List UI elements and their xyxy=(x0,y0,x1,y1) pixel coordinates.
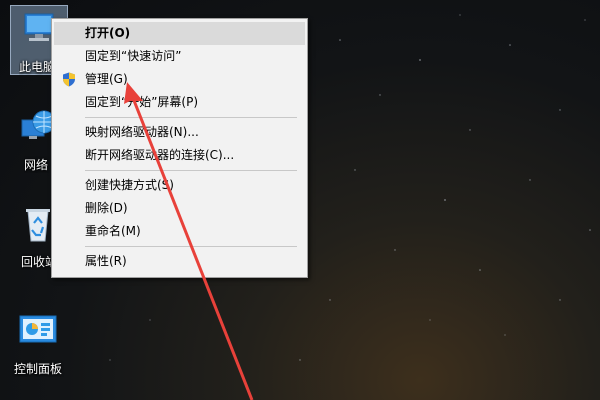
desktop-icon-label: 网络 xyxy=(24,158,49,172)
desktop-icon-label: 控制面板 xyxy=(13,362,62,376)
menu-item-open[interactable]: 打开(O) xyxy=(54,22,305,45)
menu-separator xyxy=(85,117,297,118)
uac-shield-icon xyxy=(63,72,75,87)
desktop-icon-label: 回收站 xyxy=(21,255,55,269)
menu-separator xyxy=(85,170,297,171)
menu-item-delete[interactable]: 删除(D) xyxy=(52,197,307,220)
menu-item-rename[interactable]: 重命名(M) xyxy=(52,220,307,243)
menu-item-disconnect-network-drive[interactable]: 断开网络驱动器的连接(C)... xyxy=(52,144,307,167)
menu-item-pin-start[interactable]: 固定到“开始”屏幕(P) xyxy=(52,91,307,114)
menu-item-pin-quick-access[interactable]: 固定到“快速访问” xyxy=(52,45,307,68)
menu-separator xyxy=(85,246,297,247)
menu-item-properties[interactable]: 属性(R) xyxy=(52,250,307,273)
desktop-icon-control-panel[interactable]: 控制面板 xyxy=(8,312,68,377)
control-panel-icon xyxy=(19,315,57,343)
menu-item-map-network-drive[interactable]: 映射网络驱动器(N)... xyxy=(52,121,307,144)
context-menu: 打开(O) 固定到“快速访问” 管理(G) 固定到“开始”屏幕(P) 映射网络驱… xyxy=(51,18,308,278)
menu-item-label: 管理(G) xyxy=(85,72,128,86)
menu-item-create-shortcut[interactable]: 创建快捷方式(S) xyxy=(52,174,307,197)
menu-item-manage[interactable]: 管理(G) xyxy=(52,68,307,91)
